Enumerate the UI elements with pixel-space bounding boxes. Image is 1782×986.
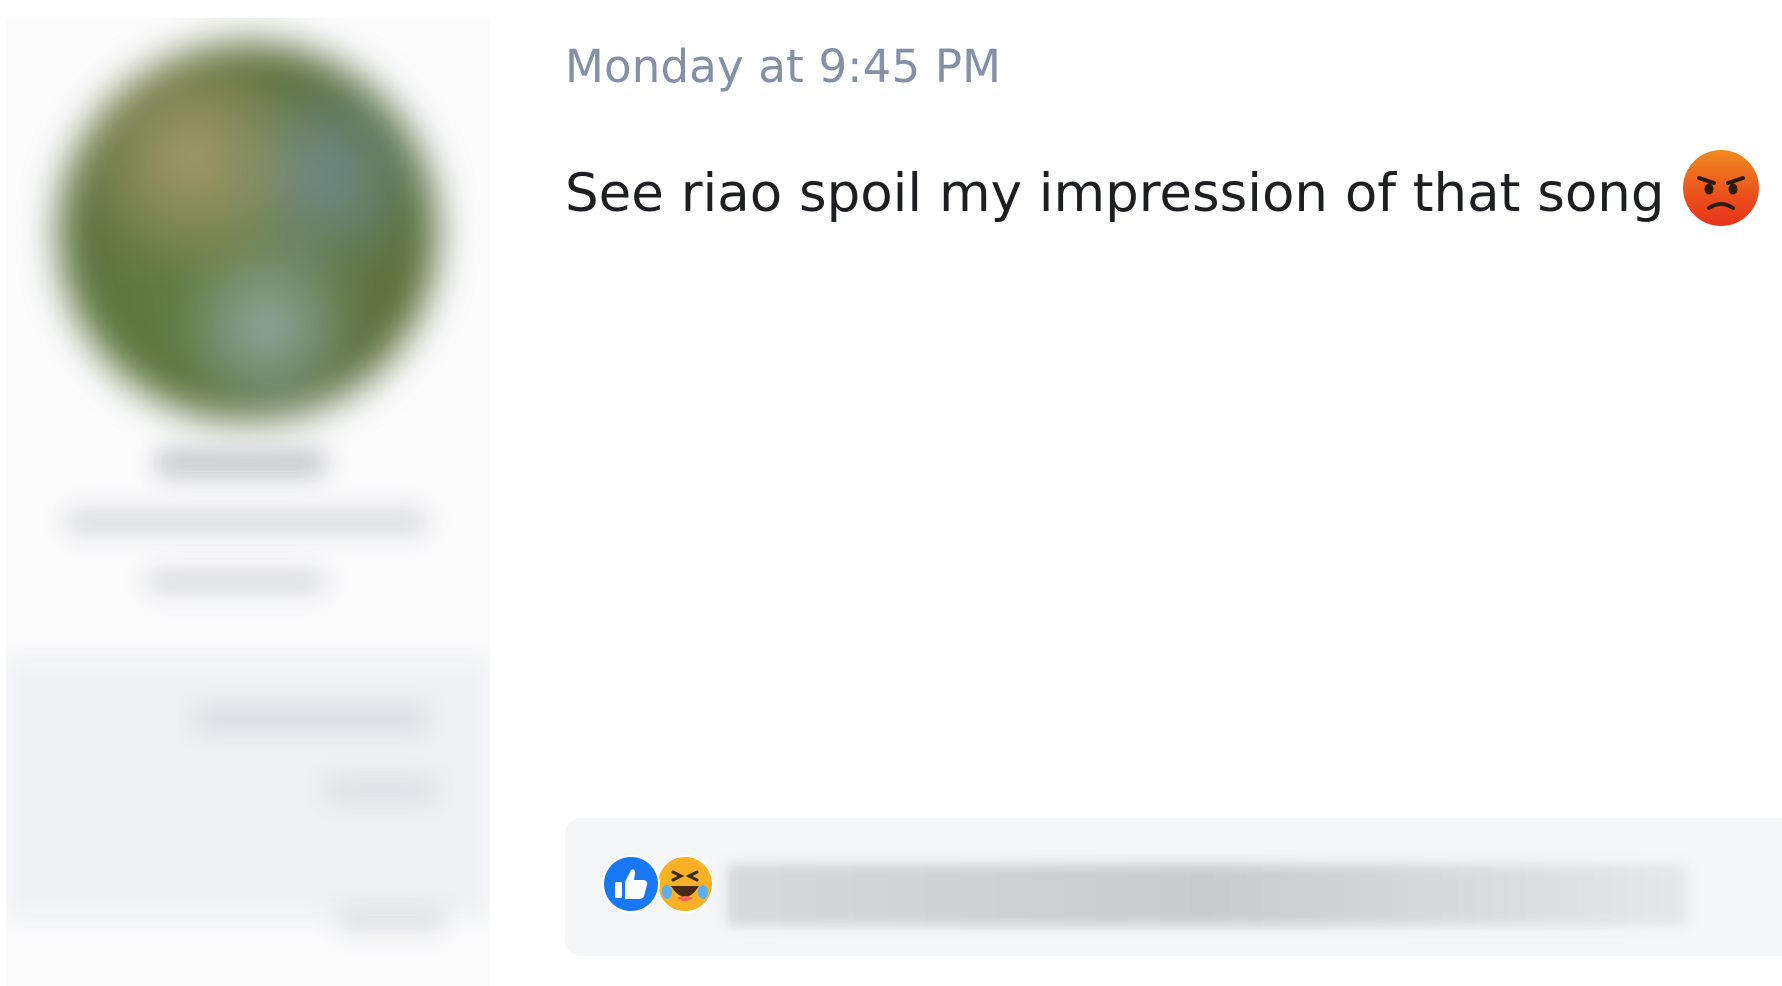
message-text: See riao spoil my impression of that son… (565, 162, 1665, 224)
redacted-info-line (196, 708, 426, 730)
reaction-icons[interactable] (601, 854, 715, 914)
haha-icon[interactable] (655, 854, 715, 914)
redacted-bio-line (66, 510, 426, 534)
avatar[interactable] (58, 42, 438, 422)
redacted-name (156, 448, 326, 478)
sender-profile-panel (6, 18, 490, 986)
angry-face-icon (1681, 148, 1761, 228)
message-view: Monday at 9:45 PM See riao spoil my impr… (0, 0, 1782, 986)
redacted-reactor-names[interactable] (727, 864, 1687, 926)
like-icon[interactable] (601, 854, 661, 914)
redacted-info-line (336, 910, 446, 930)
reaction-bar[interactable] (565, 818, 1782, 956)
message-body: See riao spoil my impression of that son… (565, 150, 1761, 228)
redacted-info-line (326, 780, 436, 800)
redacted-bio-line (146, 570, 326, 592)
message-timestamp[interactable]: Monday at 9:45 PM (565, 40, 1001, 93)
